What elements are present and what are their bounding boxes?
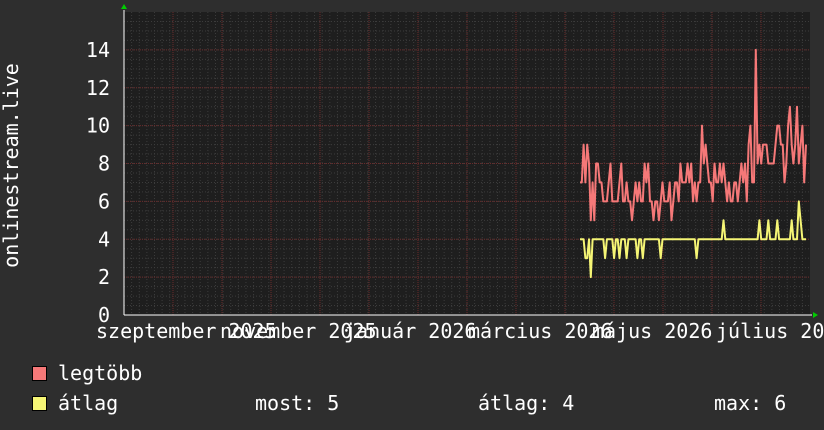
y-tick-label: 10 — [86, 114, 110, 138]
x-tick-label: július 2026 — [716, 319, 824, 343]
y-axis-label: onlinestream.live — [0, 63, 23, 268]
legend-label-avg: átlag — [58, 391, 119, 415]
x-tick-label: május 2026 — [592, 319, 712, 343]
y-tick-label: 6 — [98, 189, 110, 213]
y-tick-label: 2 — [98, 265, 110, 289]
x-tick-label: január 2026 — [344, 319, 476, 343]
legend-swatch-avg — [32, 396, 47, 411]
stat-avg: átlag: 4 — [478, 391, 575, 415]
x-tick-label: március 2026 — [468, 319, 613, 343]
y-axis-arrow — [121, 4, 127, 9]
y-tick-label: 12 — [86, 76, 110, 100]
y-tick-label: 4 — [98, 227, 110, 251]
legend-swatch-max — [32, 366, 47, 381]
legend-label-max: legtöbb — [58, 361, 143, 385]
y-tick-label: 14 — [86, 38, 110, 62]
chart-canvas: 02468101214szeptember 2025november 2025j… — [0, 4, 824, 343]
y-tick-label: 8 — [98, 152, 110, 176]
stat-max: max: 6 — [714, 391, 787, 415]
x-axis-arrow — [813, 312, 818, 318]
stat-now: most: 5 — [255, 391, 340, 415]
